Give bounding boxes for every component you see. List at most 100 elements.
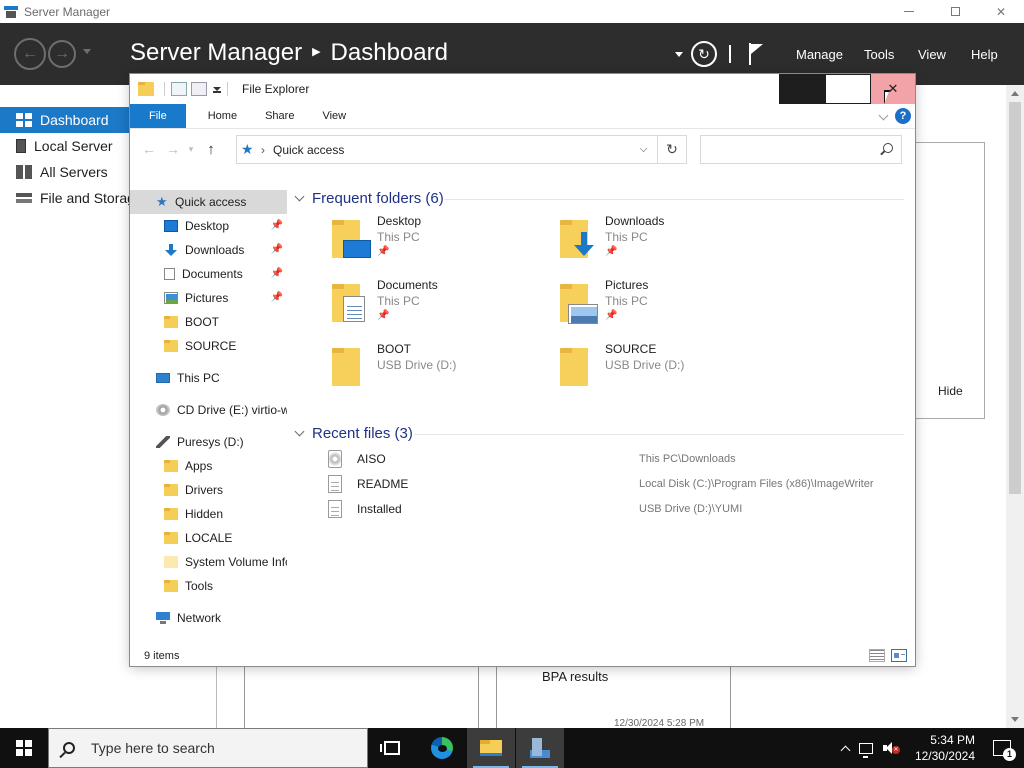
refresh-dropdown-icon[interactable] [675,51,683,57]
nav-apps[interactable]: Apps [130,454,287,478]
history-dropdown-icon[interactable] [83,49,91,54]
maximize-icon [825,74,871,104]
bpa-results-label[interactable]: BPA results [542,669,608,684]
refresh-button[interactable]: ↻ [691,41,717,67]
explorer-minimize-button[interactable] [779,74,825,104]
up-arrow-icon[interactable]: ↑ [198,141,224,158]
address-dropdown-icon[interactable]: ⌵ [630,136,658,163]
frequent-tile-source[interactable]: SOURCE USB Drive (D:) [554,342,774,400]
forward-arrow-icon[interactable]: → [162,141,184,157]
navigation-pane: ★ Quick access Desktop 📌 Downloads 📌 Doc… [130,184,287,646]
recent-files-header[interactable]: Recent files (3) [294,425,413,442]
hide-link[interactable]: Hide [938,384,963,398]
tab-home[interactable]: Home [186,104,251,128]
frequent-tile-desktop[interactable]: Desktop This PC 📌 [326,214,546,272]
taskbar-search-box[interactable]: Type here to search [48,728,368,768]
scroll-up-icon[interactable] [1011,91,1019,96]
tiles-view-icon[interactable] [891,649,907,662]
address-bar[interactable]: ★ › Quick access ⌵ ↻ [236,135,687,164]
nav-label: Apps [185,459,213,473]
folder-icon [164,508,178,520]
refresh-icon[interactable]: ↻ [658,141,686,158]
network-icon [156,612,170,624]
menu-view[interactable]: View [918,47,946,62]
frequent-tile-pictures[interactable]: Pictures This PC 📌 [554,278,774,336]
notifications-flag-icon[interactable] [747,43,765,65]
tab-file[interactable]: File [130,104,186,128]
disc-image-file-icon [328,450,342,468]
customize-toolbar-icon[interactable] [213,85,221,93]
explorer-close-button[interactable]: ✕ [871,74,915,104]
show-hidden-icons-icon[interactable] [840,745,851,755]
tile-border [730,665,731,728]
file-explorer-icon [480,740,502,756]
explorer-maximize-button[interactable] [825,74,871,104]
header-divider [729,45,731,63]
nav-documents[interactable]: Documents 📌 [130,262,287,286]
tab-share[interactable]: Share [251,104,308,128]
expand-ribbon-icon[interactable] [878,110,889,121]
nav-pictures[interactable]: Pictures 📌 [130,286,287,310]
recent-file-row[interactable]: Installed USB Drive (D:)\YUMI [328,497,908,521]
volume-muted-icon[interactable]: ✕ [883,742,900,754]
new-folder-icon[interactable] [191,82,207,96]
back-arrow-icon[interactable]: ← [136,141,162,157]
forward-button[interactable]: → [48,40,76,68]
tab-view[interactable]: View [308,104,360,128]
properties-check-icon[interactable] [171,82,187,96]
nav-cd-drive[interactable]: CD Drive (E:) virtio-w [130,398,287,422]
sm-minimize-button[interactable] [886,0,932,23]
scroll-thumb[interactable] [1009,102,1021,494]
help-icon[interactable]: ? [895,108,911,124]
frequent-tile-downloads[interactable]: Downloads This PC 📌 [554,214,774,272]
pictures-icon [568,304,598,324]
sm-close-button[interactable]: ✕ [978,0,1024,23]
nav-desktop[interactable]: Desktop 📌 [130,214,287,238]
recent-file-row[interactable]: README Local Disk (C:)\Program Files (x8… [328,472,908,496]
nav-network[interactable]: Network [130,606,287,630]
nav-boot[interactable]: BOOT [130,310,287,334]
nav-quick-access[interactable]: ★ Quick access [130,190,287,214]
sm-restore-button[interactable] [932,0,978,23]
nav-label: Pictures [185,291,229,305]
server-manager-window-title: Server Manager [24,4,111,19]
menu-tools[interactable]: Tools [864,47,894,62]
nav-locale[interactable]: LOCALE [130,526,287,550]
search-input[interactable] [700,135,902,164]
frequent-tile-documents[interactable]: Documents This PC 📌 [326,278,546,336]
notification-center-button[interactable]: 1 [993,740,1016,761]
nav-hidden[interactable]: Hidden [130,502,287,526]
menu-manage[interactable]: Manage [796,47,843,62]
network-icon[interactable] [859,742,873,758]
server-manager-taskbar-button[interactable] [516,728,564,768]
recent-file-path: This PC\Downloads [639,453,736,465]
scroll-down-icon[interactable] [1011,717,1019,722]
file-explorer-taskbar-button[interactable] [467,728,515,768]
folder-icon [164,340,178,352]
task-view-button[interactable] [368,728,416,768]
back-button[interactable]: ← [14,38,46,70]
breadcrumb-app[interactable]: Server Manager [130,39,302,67]
start-button[interactable] [0,728,48,768]
edge-button[interactable] [418,728,466,768]
nav-label: Documents [182,267,243,281]
frequent-tile-boot[interactable]: BOOT USB Drive (D:) [326,342,546,400]
recent-file-row[interactable]: AISO This PC\Downloads [328,447,908,471]
hidden-folder-icon [164,556,178,568]
server-manager-app-icon [4,5,18,18]
chevron-right-icon[interactable]: › [261,143,265,157]
nav-system-volume-info[interactable]: System Volume Infc [130,550,287,574]
nav-drivers[interactable]: Drivers [130,478,287,502]
nav-this-pc[interactable]: This PC [130,366,287,390]
recent-locations-icon[interactable]: ▾ [184,144,198,155]
nav-downloads[interactable]: Downloads 📌 [130,238,287,262]
menu-help[interactable]: Help [971,47,998,62]
clock[interactable]: 5:34 PM 12/30/2024 [911,732,975,764]
address-path[interactable]: Quick access [273,143,630,157]
details-view-icon[interactable] [869,649,885,662]
main-scrollbar[interactable] [1006,85,1024,728]
nav-source[interactable]: SOURCE [130,334,287,358]
nav-tools[interactable]: Tools [130,574,287,598]
frequent-folders-header[interactable]: Frequent folders (6) [294,190,444,207]
nav-usb-drive[interactable]: Puresys (D:) [130,430,287,454]
